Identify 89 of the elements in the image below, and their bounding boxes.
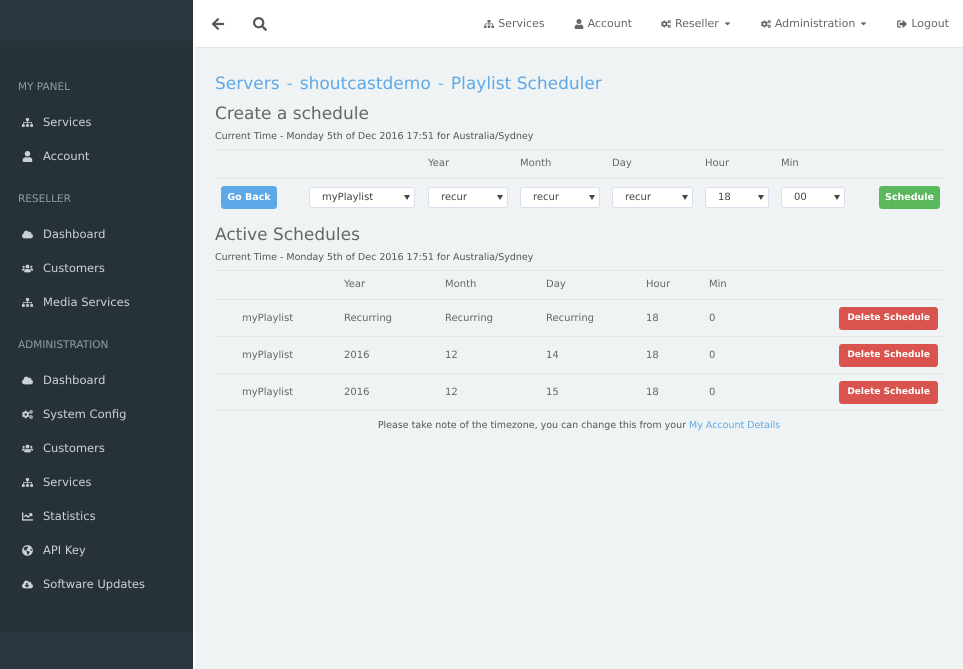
select-field[interactable]: myPlaylist (309, 186, 415, 208)
column-header: Month (445, 279, 476, 290)
table-cell: myPlaylist (242, 312, 294, 324)
nav-link[interactable]: Administration (760, 17, 868, 30)
table-cell: 0 (709, 350, 716, 360)
table-cell: Recurring (445, 312, 493, 324)
nav-link[interactable]: Services (484, 17, 545, 30)
select-field[interactable]: recur (520, 186, 600, 208)
table-cell: 15 (546, 386, 559, 398)
breadcrumb-separator: - (286, 74, 294, 94)
user-icon (22, 150, 34, 162)
sidebar-item[interactable]: Dashboard (0, 363, 193, 397)
delete-schedule-button[interactable]: Delete Schedule (839, 380, 938, 404)
users-icon (22, 442, 34, 454)
table-cell: Recurring (546, 312, 594, 324)
nav-link[interactable]: Account (574, 17, 632, 30)
users-icon (22, 262, 34, 274)
sidebar-item[interactable]: Account (0, 139, 193, 173)
table-cell: myPlaylist (242, 350, 294, 360)
sidebar-item[interactable]: Dashboard (0, 217, 193, 251)
table-cell: 18 (646, 386, 659, 398)
gears-icon (22, 408, 34, 420)
sidebar-item[interactable]: Services (0, 465, 193, 499)
sidebar-item[interactable]: Software Updates (0, 567, 193, 601)
select-field[interactable]: 00 (781, 186, 845, 208)
sidebar-item[interactable]: Media Services (0, 285, 193, 319)
sidebar-item[interactable]: Services (0, 105, 193, 139)
sidebar-item[interactable]: Customers (0, 431, 193, 465)
column-header: Month (520, 158, 552, 169)
table-cell: 2016 (344, 386, 370, 398)
table-cell: 12 (445, 386, 458, 398)
breadcrumb-separator: - (436, 74, 445, 94)
search-icon[interactable] (253, 16, 267, 30)
current-time-text: Current Time - Monday 5th of Dec 2016 17:51 for Australia/Sydney (215, 252, 534, 263)
table-cell: 14 (546, 350, 559, 360)
logout-icon (897, 18, 908, 28)
table-cell: 0 (709, 312, 716, 324)
caret-icon (682, 194, 688, 200)
select-field[interactable]: recur (428, 186, 508, 208)
table-cell: 18 (646, 350, 659, 360)
caret-icon (497, 194, 503, 200)
column-header: Year (428, 158, 450, 169)
sidebar-item[interactable]: Statistics (0, 499, 193, 533)
column-header: Day (546, 279, 566, 290)
column-header: Min (781, 158, 799, 169)
cloud-icon (22, 228, 34, 240)
column-header: Year (344, 279, 366, 290)
cloud-icon (22, 374, 34, 386)
gears-icon (661, 18, 671, 28)
sidebar-item[interactable]: API Key (0, 533, 193, 567)
sitemap-icon (22, 296, 34, 308)
column-header: Day (612, 158, 632, 169)
sidebar-item[interactable]: System Config (0, 397, 193, 431)
section-title: Create a schedule (215, 104, 370, 124)
table-cell: 12 (445, 350, 458, 360)
table-cell: 18 (646, 312, 659, 324)
sidebar-heading: ADMINISTRATION (17, 338, 110, 353)
sidebar-item[interactable]: Customers (0, 251, 193, 285)
sitemap-icon (22, 116, 34, 128)
select-field[interactable]: 18 (705, 186, 769, 208)
back-arrow-icon[interactable] (211, 16, 225, 30)
caret-icon (758, 194, 764, 200)
table-cell: Recurring (344, 312, 392, 324)
nav-link[interactable]: Logout (897, 17, 949, 30)
select-field[interactable]: recur (612, 186, 693, 208)
timezone-note: Please take note of the timezone, you can change this from your My Account Details (376, 420, 782, 431)
nav-link[interactable]: Reseller (661, 17, 732, 30)
delete-schedule-button[interactable]: Delete Schedule (839, 306, 938, 330)
caret-icon (589, 194, 595, 200)
user-icon (574, 18, 584, 28)
column-header: Min (709, 279, 727, 290)
table-cell: myPlaylist (242, 386, 294, 398)
cloud-download-icon (22, 578, 34, 590)
sitemap-icon (22, 476, 34, 488)
column-header: Hour (705, 158, 730, 169)
delete-schedule-button[interactable]: Delete Schedule (839, 344, 938, 366)
sidebar-heading: RESELLER (17, 192, 72, 207)
sitemap-icon (484, 18, 494, 28)
current-time-text: Current Time - Monday 5th of Dec 2016 17:51 for Australia/Sydney (215, 131, 534, 142)
caret-icon (834, 194, 840, 200)
table-cell: 0 (709, 386, 716, 398)
globe-icon (22, 544, 34, 556)
chart-line-icon (22, 510, 34, 522)
section-title: Active Schedules (215, 225, 361, 245)
gears-icon (760, 18, 771, 28)
sidebar-heading: MY PANEL (17, 80, 71, 95)
column-header: Hour (646, 279, 670, 290)
caret-icon (404, 194, 410, 200)
table-cell: 2016 (344, 350, 370, 360)
